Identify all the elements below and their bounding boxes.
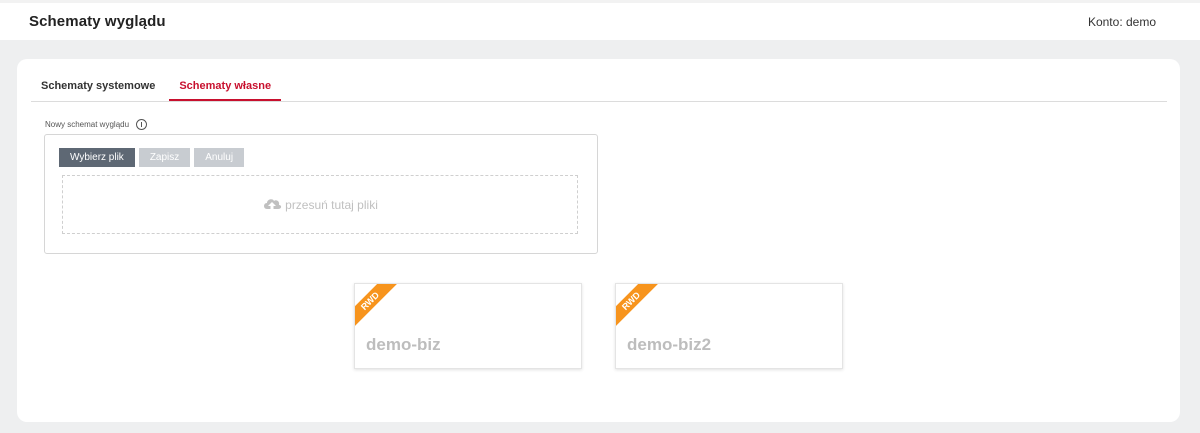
tab-system-schemes[interactable]: Schematy systemowe [31,59,165,101]
tab-bar: Schematy systemowe Schematy własne [31,59,1167,102]
page-title: Schematy wyglądu [29,13,166,30]
top-bar: Schematy wyglądu Konto: demo [0,0,1200,40]
theme-card-demo-biz2[interactable]: RWD demo-biz2 [615,283,843,369]
choose-file-button[interactable]: Wybierz plik [59,148,135,167]
cloud-upload-icon [264,198,282,213]
theme-name: demo-biz2 [627,335,712,354]
rwd-badge: RWD [355,284,400,331]
save-button[interactable]: Zapisz [138,148,191,167]
theme-card-demo-biz[interactable]: RWD demo-biz [354,283,582,369]
upload-section-label: Nowy schemat wyglądu [45,119,148,130]
info-icon[interactable] [136,119,148,130]
main-card: Schematy systemowe Schematy własne Nowy … [17,59,1180,422]
dropzone-text: przesuń tutaj pliki [285,197,378,212]
upload-buttons: Wybierz plik Zapisz Anuluj [59,148,245,167]
upload-label-text: Nowy schemat wyglądu [45,120,130,129]
account-label[interactable]: Konto: demo [1088,15,1156,29]
theme-name: demo-biz [366,335,441,354]
cancel-button[interactable]: Anuluj [194,148,245,167]
upload-panel: Wybierz plik Zapisz Anuluj przesuń tutaj… [44,134,598,254]
tab-custom-schemes[interactable]: Schematy własne [169,59,282,101]
file-dropzone[interactable]: przesuń tutaj pliki [62,175,578,234]
rwd-badge: RWD [616,284,661,331]
